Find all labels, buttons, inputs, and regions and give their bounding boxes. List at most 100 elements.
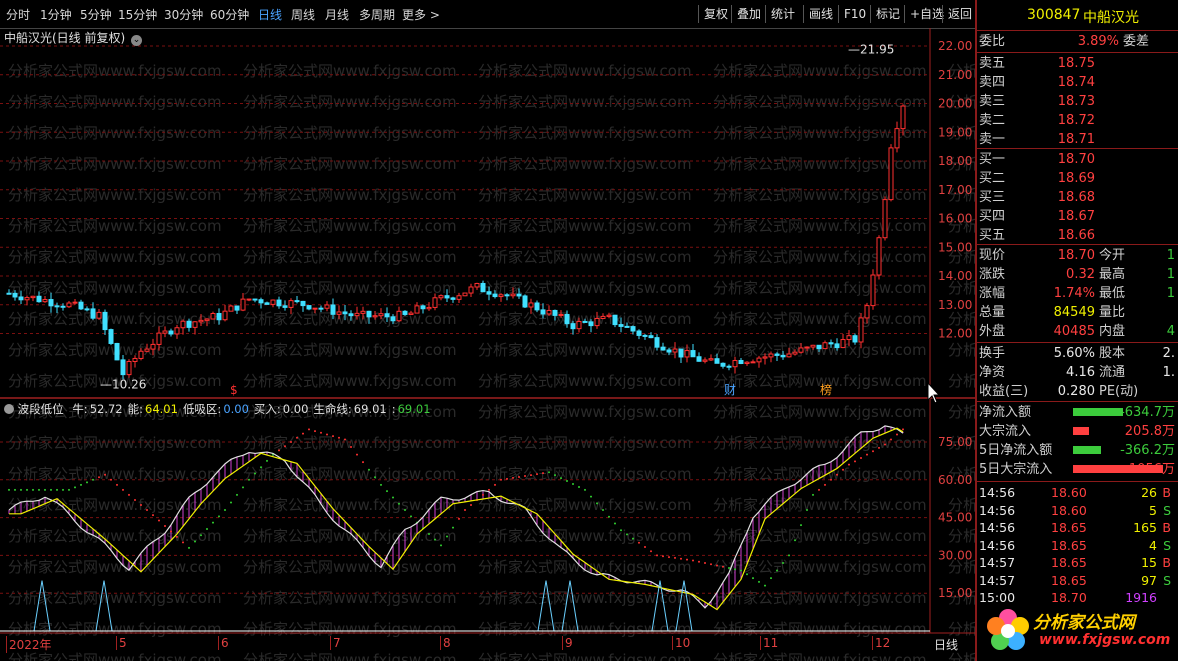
bid-row: 买五 18.66 bbox=[979, 226, 1175, 245]
candle-body bbox=[354, 312, 360, 317]
kline-chart[interactable]: 分析家公式网www.fxjgsw.com 分析家公式网www.fxjgsw.com… bbox=[0, 28, 975, 661]
event-marker[interactable]: 榜 bbox=[820, 382, 832, 397]
settings-dot-icon[interactable] bbox=[4, 404, 14, 414]
period-tab-0[interactable]: 分时 bbox=[6, 6, 30, 24]
lifeline-dot bbox=[542, 472, 544, 475]
lifeline-dot bbox=[194, 540, 196, 543]
lifeline-dot bbox=[152, 514, 154, 517]
candle-body bbox=[456, 295, 462, 300]
bid-price: 18.66 bbox=[1057, 228, 1095, 243]
tick-row: 14:56 18.65 165 B bbox=[979, 519, 1175, 537]
bid-label: 买五 bbox=[979, 228, 1006, 243]
lifeline-dot bbox=[764, 584, 766, 587]
period-tab-5[interactable]: 60分钟 bbox=[210, 6, 249, 24]
candle-body bbox=[624, 325, 630, 328]
lifeline-dot bbox=[644, 546, 646, 548]
period-tab-4[interactable]: 30分钟 bbox=[164, 6, 203, 24]
period-tab-8[interactable]: 月线 bbox=[325, 6, 349, 24]
bid-label: 买三 bbox=[979, 190, 1006, 205]
watermark-text: 分析家公式网www.fxjgsw.com bbox=[8, 124, 222, 142]
candle-body bbox=[696, 356, 702, 362]
lifeline-dot bbox=[410, 515, 412, 518]
event-marker[interactable]: $ bbox=[230, 383, 238, 397]
period-tab-10[interactable]: 更多 > bbox=[402, 6, 440, 24]
period-tab-6[interactable]: 日线 bbox=[258, 6, 282, 24]
lifeline-dot bbox=[596, 502, 598, 505]
indicator-axis-label: 45.00 bbox=[938, 511, 972, 525]
lifeline-dot bbox=[200, 534, 202, 537]
candle-body bbox=[162, 330, 168, 334]
watermark-text: 分析家公式网www.fxjgsw.com bbox=[478, 434, 692, 452]
candle-body bbox=[540, 309, 546, 315]
lifeline-dot bbox=[176, 535, 178, 538]
weibi-label: 委比 bbox=[979, 34, 1006, 49]
chevron-down-icon[interactable]: ⌄ bbox=[131, 35, 143, 46]
candle-body bbox=[744, 361, 750, 365]
period-tab-1[interactable]: 1分钟 bbox=[40, 6, 72, 24]
candle-body bbox=[528, 302, 534, 308]
candle-body bbox=[474, 282, 480, 288]
period-toolbar: 分时 1分钟 5分钟 15分钟 30分钟 60分钟 日线 周线 月线 多周期 更多 > 复权 叠加 统计画… bbox=[0, 0, 975, 29]
candle-body bbox=[300, 300, 306, 307]
lifeline-dot bbox=[662, 555, 664, 558]
lifeline-dot bbox=[80, 483, 82, 486]
toolbar-button-2[interactable]: 统计 bbox=[765, 5, 800, 23]
period-tab-3[interactable]: 15分钟 bbox=[118, 6, 157, 24]
toolbar-button-0[interactable]: 复权 bbox=[698, 5, 733, 23]
lifeline-dot bbox=[464, 509, 466, 512]
pane-title-text: 中船汉光(日线 前复权) bbox=[4, 31, 126, 45]
watermark-text: 分析家公式网www.fxjgsw.com bbox=[8, 93, 222, 111]
candle-body bbox=[618, 324, 624, 327]
lifeline-dot bbox=[896, 433, 898, 436]
lifeline-dot bbox=[206, 527, 208, 530]
price-axis-label: 21.00 bbox=[938, 68, 972, 82]
lifeline-dot bbox=[374, 476, 376, 479]
watermark-text: 分析家公式网www.fxjgsw.com bbox=[478, 279, 692, 297]
period-tab-7[interactable]: 周线 bbox=[291, 6, 315, 24]
period-indicator[interactable]: 日线 bbox=[934, 636, 958, 653]
candle-body bbox=[234, 305, 240, 311]
flow-bar bbox=[1073, 446, 1101, 454]
candle-body bbox=[864, 305, 870, 319]
lifeline-dot bbox=[524, 475, 526, 478]
period-tab-9[interactable]: 多周期 bbox=[359, 6, 395, 24]
toolbar-button-4[interactable]: F10 bbox=[838, 5, 871, 23]
period-tab-2[interactable]: 5分钟 bbox=[80, 6, 112, 24]
quote-panel: 300847 中船汉光 委比 3.89% 委差 分析家公式网 www.fxjgs… bbox=[975, 0, 1178, 661]
logo-url: www.fxjgsw.com bbox=[1039, 632, 1171, 648]
lifeline-dot bbox=[218, 515, 220, 518]
lifeline-dot bbox=[212, 521, 214, 524]
bid-price: 18.69 bbox=[1057, 171, 1095, 186]
stat-value: 40485 bbox=[1053, 324, 1095, 339]
candle-body bbox=[60, 305, 66, 308]
weibi-value: 3.89% bbox=[1077, 34, 1119, 49]
lifeline-dot bbox=[740, 569, 742, 572]
flow-label: 净流入额 bbox=[979, 405, 1032, 420]
toolbar-button-5[interactable]: 标记 bbox=[870, 5, 905, 23]
candle-body bbox=[648, 335, 654, 339]
watermark-text: 分析家公式网www.fxjgsw.com bbox=[478, 186, 692, 204]
time-axis-label: 8 bbox=[440, 636, 451, 650]
candle-body bbox=[876, 237, 882, 276]
ask-label: 卖一 bbox=[979, 132, 1006, 147]
watermark-text: 分析家公式网www.fxjgsw.com bbox=[713, 155, 927, 173]
lifeline-dot bbox=[458, 517, 460, 520]
watermark-text: 分析家公式网www.fxjgsw.com bbox=[243, 372, 457, 390]
event-marker[interactable]: 财 bbox=[724, 383, 736, 397]
candle-body bbox=[186, 320, 192, 328]
candle-body bbox=[294, 300, 300, 303]
stat-row: 涨幅 1.74% 最低 1 bbox=[979, 284, 1175, 303]
candle-body bbox=[702, 359, 708, 362]
candle-body bbox=[246, 298, 252, 301]
bid-row: 买二 18.69 bbox=[979, 169, 1175, 188]
lifeline-dot bbox=[530, 474, 532, 477]
watermark-text: 分析家公式网www.fxjgsw.com bbox=[713, 589, 927, 607]
tick-row: 14:56 18.60 5 S bbox=[979, 502, 1175, 520]
lifeline-dot bbox=[38, 488, 40, 491]
indicator-axis-label: 60.00 bbox=[938, 473, 972, 487]
lifeline-dot bbox=[620, 529, 622, 532]
toolbar-button-3[interactable]: 画线 bbox=[803, 5, 838, 23]
toolbar-button-1[interactable]: 叠加 bbox=[731, 5, 766, 23]
toolbar-button-7[interactable]: 返回 bbox=[942, 5, 977, 23]
candle-body bbox=[480, 282, 486, 293]
